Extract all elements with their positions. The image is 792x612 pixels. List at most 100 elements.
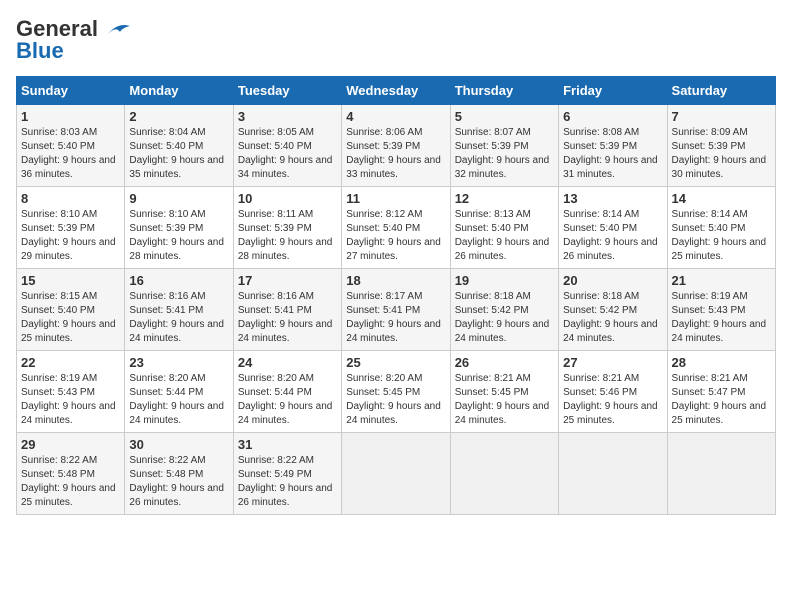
calendar-cell: 28 Sunrise: 8:21 AM Sunset: 5:47 PM Dayli… (667, 351, 775, 433)
calendar-cell: 6 Sunrise: 8:08 AM Sunset: 5:39 PM Daylig… (559, 105, 667, 187)
calendar-cell: 22 Sunrise: 8:19 AM Sunset: 5:43 PM Dayli… (17, 351, 125, 433)
day-of-week-saturday: Saturday (667, 77, 775, 105)
day-number: 22 (21, 355, 120, 370)
day-number: 26 (455, 355, 554, 370)
calendar-cell: 10 Sunrise: 8:11 AM Sunset: 5:39 PM Dayli… (233, 187, 341, 269)
calendar-cell: 1 Sunrise: 8:03 AM Sunset: 5:40 PM Daylig… (17, 105, 125, 187)
day-number: 11 (346, 191, 445, 206)
calendar-week-row: 22 Sunrise: 8:19 AM Sunset: 5:43 PM Dayli… (17, 351, 776, 433)
day-number: 8 (21, 191, 120, 206)
day-info: Sunrise: 8:22 AM Sunset: 5:48 PM Dayligh… (129, 454, 228, 510)
day-info: Sunrise: 8:06 AM Sunset: 5:39 PM Dayligh… (346, 126, 445, 182)
day-number: 15 (21, 273, 120, 288)
calendar-cell: 4 Sunrise: 8:06 AM Sunset: 5:39 PM Daylig… (342, 105, 450, 187)
day-info: Sunrise: 8:14 AM Sunset: 5:40 PM Dayligh… (563, 208, 662, 264)
calendar-week-row: 1 Sunrise: 8:03 AM Sunset: 5:40 PM Daylig… (17, 105, 776, 187)
day-info: Sunrise: 8:08 AM Sunset: 5:39 PM Dayligh… (563, 126, 662, 182)
calendar-cell: 21Sunrise: 8:19 AM Sunset: 5:43 PM Dayli… (667, 269, 775, 351)
day-info: Sunrise: 8:04 AM Sunset: 5:40 PM Dayligh… (129, 126, 228, 182)
day-info: Sunrise: 8:11 AM Sunset: 5:39 PM Dayligh… (238, 208, 337, 264)
calendar-week-row: 29 Sunrise: 8:22 AM Sunset: 5:48 PM Dayli… (17, 433, 776, 515)
calendar-cell: 3 Sunrise: 8:05 AM Sunset: 5:40 PM Daylig… (233, 105, 341, 187)
day-number: 13 (563, 191, 662, 206)
day-info: Sunrise: 8:22 AM Sunset: 5:49 PM Dayligh… (238, 454, 337, 510)
day-number: 17 (238, 273, 337, 288)
day-number: 7 (672, 109, 771, 124)
calendar-cell: 17 Sunrise: 8:16 AM Sunset: 5:41 PM Dayli… (233, 269, 341, 351)
logo-bird-icon (100, 18, 132, 40)
day-number: 24 (238, 355, 337, 370)
day-number: 23 (129, 355, 228, 370)
calendar-cell: 5 Sunrise: 8:07 AM Sunset: 5:39 PM Daylig… (450, 105, 558, 187)
day-info: Sunrise: 8:18 AM Sunset: 5:42 PM Dayligh… (563, 290, 662, 346)
day-number: 9 (129, 191, 228, 206)
calendar-cell: 15 Sunrise: 8:15 AM Sunset: 5:40 PM Dayli… (17, 269, 125, 351)
day-info: Sunrise: 8:16 AM Sunset: 5:41 PM Dayligh… (129, 290, 228, 346)
calendar-cell: 23 Sunrise: 8:20 AM Sunset: 5:44 PM Dayli… (125, 351, 233, 433)
day-number: 12 (455, 191, 554, 206)
day-number: 1 (21, 109, 120, 124)
day-of-week-monday: Monday (125, 77, 233, 105)
day-info: Sunrise: 8:10 AM Sunset: 5:39 PM Dayligh… (129, 208, 228, 264)
day-number: 21 (672, 273, 771, 288)
day-number: 6 (563, 109, 662, 124)
day-info: Sunrise: 8:21 AM Sunset: 5:46 PM Dayligh… (563, 372, 662, 428)
day-info: Sunrise: 8:20 AM Sunset: 5:44 PM Dayligh… (238, 372, 337, 428)
day-number: 28 (672, 355, 771, 370)
day-info: Sunrise: 8:16 AM Sunset: 5:41 PM Dayligh… (238, 290, 337, 346)
day-info: Sunrise: 8:20 AM Sunset: 5:45 PM Dayligh… (346, 372, 445, 428)
calendar-cell: 26 Sunrise: 8:21 AM Sunset: 5:45 PM Dayli… (450, 351, 558, 433)
day-number: 14 (672, 191, 771, 206)
calendar-cell: 19 Sunrise: 8:18 AM Sunset: 5:42 PM Dayli… (450, 269, 558, 351)
day-info: Sunrise: 8:15 AM Sunset: 5:40 PM Dayligh… (21, 290, 120, 346)
day-number: 30 (129, 437, 228, 452)
day-info: Sunrise: 8:09 AM Sunset: 5:39 PM Dayligh… (672, 126, 771, 182)
day-of-week-wednesday: Wednesday (342, 77, 450, 105)
calendar-table: SundayMondayTuesdayWednesdayThursdayFrid… (16, 76, 776, 515)
day-number: 16 (129, 273, 228, 288)
logo: General Blue (16, 16, 132, 64)
day-info: Sunrise: 8:03 AM Sunset: 5:40 PM Dayligh… (21, 126, 120, 182)
calendar-cell: 11 Sunrise: 8:12 AM Sunset: 5:40 PM Dayli… (342, 187, 450, 269)
day-info: Sunrise: 8:05 AM Sunset: 5:40 PM Dayligh… (238, 126, 337, 182)
day-info: Sunrise: 8:22 AM Sunset: 5:48 PM Dayligh… (21, 454, 120, 510)
calendar-cell (342, 433, 450, 515)
calendar-cell: 13 Sunrise: 8:14 AM Sunset: 5:40 PM Dayli… (559, 187, 667, 269)
calendar-cell (667, 433, 775, 515)
day-info: Sunrise: 8:19 AM Sunset: 5:43 PM Dayligh… (21, 372, 120, 428)
day-info: Sunrise: 8:20 AM Sunset: 5:44 PM Dayligh… (129, 372, 228, 428)
day-number: 3 (238, 109, 337, 124)
calendar-cell: 30 Sunrise: 8:22 AM Sunset: 5:48 PM Dayli… (125, 433, 233, 515)
calendar-cell (559, 433, 667, 515)
day-info: Sunrise: 8:14 AM Sunset: 5:40 PM Dayligh… (672, 208, 771, 264)
day-number: 19 (455, 273, 554, 288)
day-number: 27 (563, 355, 662, 370)
day-number: 25 (346, 355, 445, 370)
day-number: 4 (346, 109, 445, 124)
calendar-cell: 2Sunrise: 8:04 AM Sunset: 5:40 PM Daylig… (125, 105, 233, 187)
day-number: 29 (21, 437, 120, 452)
calendar-cell: 18 Sunrise: 8:17 AM Sunset: 5:41 PM Dayli… (342, 269, 450, 351)
calendar-cell: 31Sunrise: 8:22 AM Sunset: 5:49 PM Dayli… (233, 433, 341, 515)
logo-blue: Blue (16, 38, 64, 64)
day-info: Sunrise: 8:12 AM Sunset: 5:40 PM Dayligh… (346, 208, 445, 264)
calendar-cell (450, 433, 558, 515)
calendar-cell: 27 Sunrise: 8:21 AM Sunset: 5:46 PM Dayli… (559, 351, 667, 433)
calendar-cell: 16 Sunrise: 8:16 AM Sunset: 5:41 PM Dayli… (125, 269, 233, 351)
calendar-cell: 29 Sunrise: 8:22 AM Sunset: 5:48 PM Dayli… (17, 433, 125, 515)
day-info: Sunrise: 8:18 AM Sunset: 5:42 PM Dayligh… (455, 290, 554, 346)
day-info: Sunrise: 8:21 AM Sunset: 5:47 PM Dayligh… (672, 372, 771, 428)
calendar-cell: 8Sunrise: 8:10 AM Sunset: 5:39 PM Daylig… (17, 187, 125, 269)
calendar-cell: 14 Sunrise: 8:14 AM Sunset: 5:40 PM Dayli… (667, 187, 775, 269)
day-info: Sunrise: 8:07 AM Sunset: 5:39 PM Dayligh… (455, 126, 554, 182)
day-number: 10 (238, 191, 337, 206)
calendar-cell: 12Sunrise: 8:13 AM Sunset: 5:40 PM Dayli… (450, 187, 558, 269)
day-info: Sunrise: 8:17 AM Sunset: 5:41 PM Dayligh… (346, 290, 445, 346)
day-info: Sunrise: 8:21 AM Sunset: 5:45 PM Dayligh… (455, 372, 554, 428)
day-of-week-tuesday: Tuesday (233, 77, 341, 105)
day-of-week-sunday: Sunday (17, 77, 125, 105)
day-number: 18 (346, 273, 445, 288)
day-number: 5 (455, 109, 554, 124)
calendar-week-row: 15 Sunrise: 8:15 AM Sunset: 5:40 PM Dayli… (17, 269, 776, 351)
calendar-cell: 9 Sunrise: 8:10 AM Sunset: 5:39 PM Daylig… (125, 187, 233, 269)
